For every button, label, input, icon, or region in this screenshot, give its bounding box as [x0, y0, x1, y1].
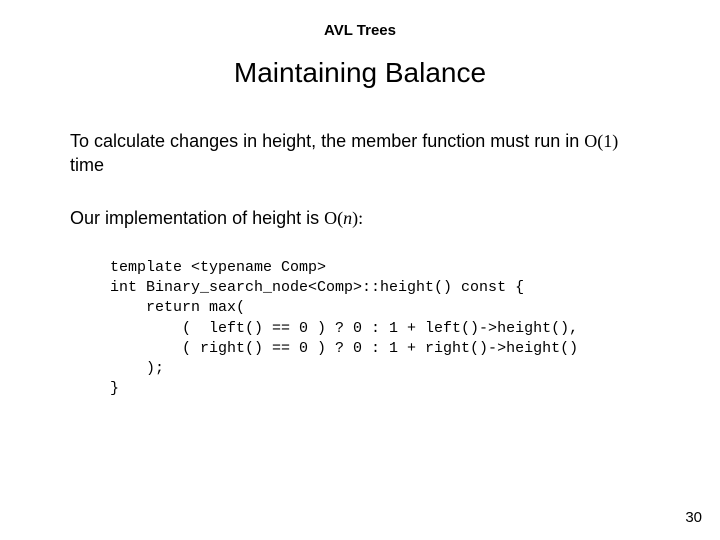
code-line-1: template <typename Comp> [110, 258, 650, 278]
slide-title: Maintaining Balance [0, 57, 720, 89]
code-line-4: ( left() == 0 ) ? 0 : 1 + left()->height… [110, 319, 650, 339]
page-number: 30 [685, 509, 702, 526]
para1-text-c: time [70, 155, 104, 175]
slide: AVL Trees Maintaining Balance To calcula… [0, 0, 720, 540]
paragraph-1: To calculate changes in height, the memb… [70, 129, 650, 178]
code-block: template <typename Comp>int Binary_searc… [110, 258, 650, 400]
big-o-1: O(1) [584, 131, 618, 151]
big-o-n-close: ): [352, 208, 363, 228]
slide-header: AVL Trees [0, 0, 720, 39]
slide-body: To calculate changes in height, the memb… [0, 89, 720, 400]
code-line-3: return max( [110, 298, 650, 318]
para1-text-a: To calculate changes in height, the memb… [70, 131, 584, 151]
code-line-7: } [110, 379, 650, 399]
code-line-6: ); [110, 359, 650, 379]
code-line-5: ( right() == 0 ) ? 0 : 1 + right()->heig… [110, 339, 650, 359]
para2-text-a: Our implementation of height is [70, 208, 324, 228]
big-o-n-var: n [343, 208, 352, 228]
big-o-n-open: O( [324, 208, 343, 228]
paragraph-2: Our implementation of height is O(n): [70, 206, 650, 230]
code-line-2: int Binary_search_node<Comp>::height() c… [110, 278, 650, 298]
